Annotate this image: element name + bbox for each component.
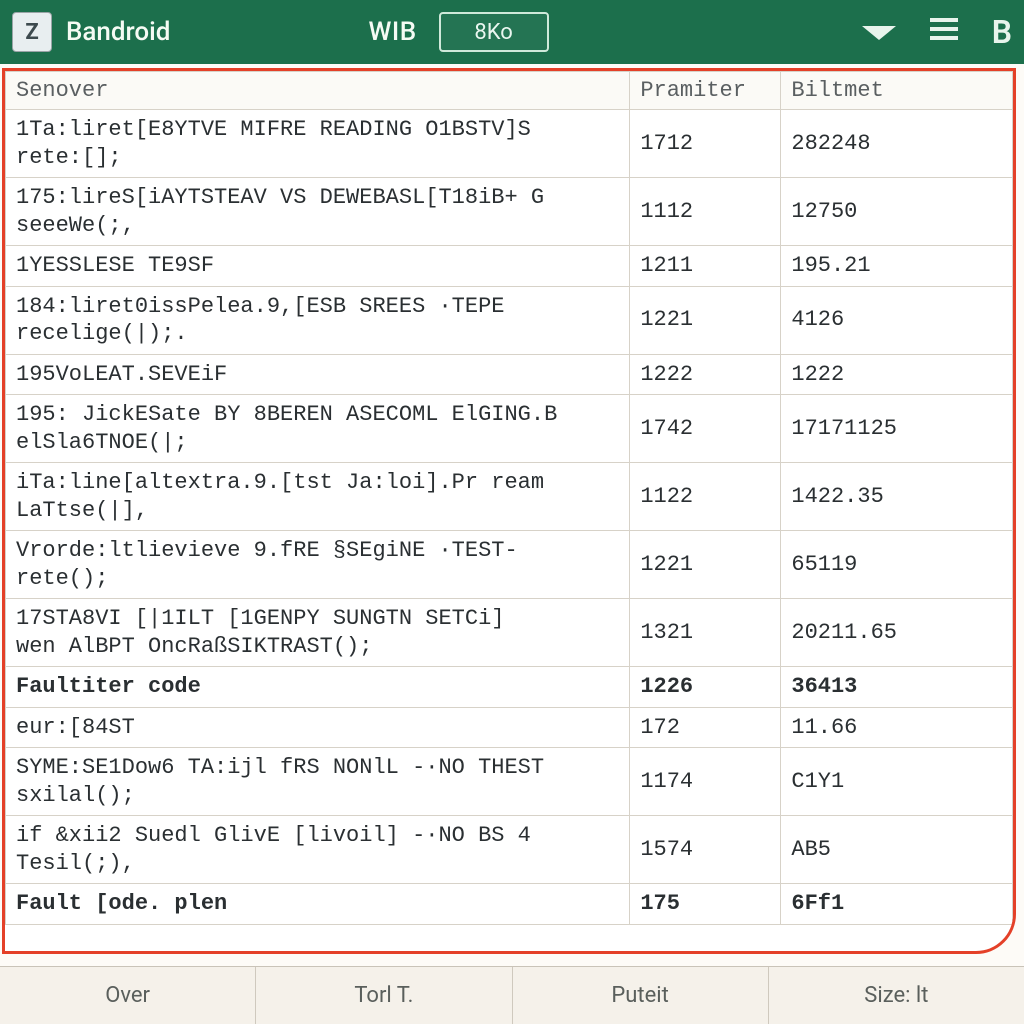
- cell-biltmet: 65119: [781, 531, 1013, 599]
- dropdown-triangle-icon[interactable]: [862, 17, 896, 47]
- cell-pramiter: 1211: [630, 246, 781, 287]
- cell-biltmet: 195.21: [781, 246, 1013, 287]
- cell-pramiter: 172: [630, 707, 781, 748]
- table-row[interactable]: eur:[84ST17211.66: [6, 707, 1013, 748]
- cell-senover: 175:lireS[iAYTSTEAV VS DEWEBASL[T18iB+ G…: [6, 178, 630, 246]
- table-row[interactable]: 184:liret0issPelea.9,[ESB SREES ·TEPE re…: [6, 286, 1013, 354]
- cell-pramiter: 1226: [630, 667, 781, 708]
- cell-biltmet: 20211.65: [781, 599, 1013, 667]
- table-row[interactable]: 17STA8VI [|1ILT [1GENPY SUNGTN SETCi] we…: [6, 599, 1013, 667]
- field-box[interactable]: 8Ko: [439, 12, 549, 52]
- cell-senover: 195VoLEAT.SEVEiF: [6, 354, 630, 395]
- cell-pramiter: 1222: [630, 354, 781, 395]
- table-row[interactable]: 195VoLEAT.SEVEiF12221222: [6, 354, 1013, 395]
- cell-biltmet: 11.66: [781, 707, 1013, 748]
- tab-puteit-label: Puteit: [611, 983, 668, 1008]
- table-row[interactable]: if &xii2 Suedl GlivE [livoil] -·NO BS 4 …: [6, 816, 1013, 884]
- cell-pramiter: 1122: [630, 463, 781, 531]
- cell-biltmet: 1422.35: [781, 463, 1013, 531]
- tab-torl[interactable]: Torl T.: [256, 967, 512, 1024]
- cell-senover: Faultiter code: [6, 667, 630, 708]
- cell-pramiter: 1321: [630, 599, 781, 667]
- cell-senover: 17STA8VI [|1ILT [1GENPY SUNGTN SETCi] we…: [6, 599, 630, 667]
- table-row[interactable]: Vrorde:ltlievieve 9.fRE §SEgiNE ·TEST- r…: [6, 531, 1013, 599]
- table-row[interactable]: 195: JickESate BY 8BEREN ASECOML ElGING.…: [6, 395, 1013, 463]
- cell-biltmet: 282248: [781, 110, 1013, 178]
- tab-size[interactable]: Size: lt: [769, 967, 1024, 1024]
- tab-over[interactable]: Over: [0, 967, 256, 1024]
- cell-pramiter: 1221: [630, 286, 781, 354]
- table-row[interactable]: iTa:line[altextra.9.[tst Ja:loi].Pr ream…: [6, 463, 1013, 531]
- cell-pramiter: 1574: [630, 816, 781, 884]
- log-table-container: Senover Pramiter Biltmet 1Ta:liret[E8YTV…: [2, 68, 1016, 954]
- tab-torl-label: Torl T.: [354, 983, 413, 1008]
- cell-senover: 1YESSLESE TE9SF: [6, 246, 630, 287]
- cell-senover: if &xii2 Suedl GlivE [livoil] -·NO BS 4 …: [6, 816, 630, 884]
- app-title: Bandroid: [66, 17, 170, 47]
- cell-pramiter: 1221: [630, 531, 781, 599]
- cell-senover: eur:[84ST: [6, 707, 630, 748]
- cell-biltmet: AB5: [781, 816, 1013, 884]
- table-row[interactable]: Fault [ode. plen1756Ff1: [6, 884, 1013, 925]
- field-value: 8Ko: [474, 20, 512, 45]
- col-pramiter[interactable]: Pramiter: [630, 72, 781, 110]
- cell-senover: 1Ta:liret[E8YTVE MIFRE READING O1BSTV]S …: [6, 110, 630, 178]
- cell-senover: 195: JickESate BY 8BEREN ASECOML ElGING.…: [6, 395, 630, 463]
- cell-pramiter: 1712: [630, 110, 781, 178]
- cell-senover: 184:liret0issPelea.9,[ESB SREES ·TEPE re…: [6, 286, 630, 354]
- title-bar: Z Bandroid WIB 8Ko B: [0, 0, 1024, 64]
- tab-size-label: Size: lt: [864, 983, 928, 1008]
- right-letter[interactable]: B: [992, 13, 1012, 51]
- cell-biltmet: 36413: [781, 667, 1013, 708]
- app-icon-letter: Z: [25, 20, 38, 45]
- cell-senover: SYME:SE1Dow6 TA:ijl fRS NONlL -·NO THEST…: [6, 748, 630, 816]
- cell-senover: Vrorde:ltlievieve 9.fRE §SEgiNE ·TEST- r…: [6, 531, 630, 599]
- tab-over-label: Over: [105, 983, 150, 1008]
- table-row[interactable]: 1YESSLESE TE9SF1211195.21: [6, 246, 1013, 287]
- cell-biltmet: 6Ff1: [781, 884, 1013, 925]
- app-icon: Z: [12, 12, 52, 52]
- table-row[interactable]: Faultiter code122636413: [6, 667, 1013, 708]
- cell-biltmet: 17171125: [781, 395, 1013, 463]
- cell-pramiter: 1112: [630, 178, 781, 246]
- tab-puteit[interactable]: Puteit: [513, 967, 769, 1024]
- table-row[interactable]: 1Ta:liret[E8YTVE MIFRE READING O1BSTV]S …: [6, 110, 1013, 178]
- hamburger-menu-icon[interactable]: [930, 17, 958, 47]
- cell-pramiter: 1174: [630, 748, 781, 816]
- log-table: Senover Pramiter Biltmet 1Ta:liret[E8YTV…: [5, 71, 1013, 925]
- cell-pramiter: 175: [630, 884, 781, 925]
- cell-biltmet: C1Y1: [781, 748, 1013, 816]
- wib-label: WIB: [368, 17, 416, 47]
- cell-biltmet: 12750: [781, 178, 1013, 246]
- col-senover[interactable]: Senover: [6, 72, 630, 110]
- table-row[interactable]: SYME:SE1Dow6 TA:ijl fRS NONlL -·NO THEST…: [6, 748, 1013, 816]
- cell-senover: Fault [ode. plen: [6, 884, 630, 925]
- col-biltmet[interactable]: Biltmet: [781, 72, 1013, 110]
- cell-biltmet: 1222: [781, 354, 1013, 395]
- table-row[interactable]: 175:lireS[iAYTSTEAV VS DEWEBASL[T18iB+ G…: [6, 178, 1013, 246]
- bottom-tab-bar: Over Torl T. Puteit Size: lt: [0, 966, 1024, 1024]
- cell-biltmet: 4126: [781, 286, 1013, 354]
- cell-pramiter: 1742: [630, 395, 781, 463]
- cell-senover: iTa:line[altextra.9.[tst Ja:loi].Pr ream…: [6, 463, 630, 531]
- table-header-row: Senover Pramiter Biltmet: [6, 72, 1013, 110]
